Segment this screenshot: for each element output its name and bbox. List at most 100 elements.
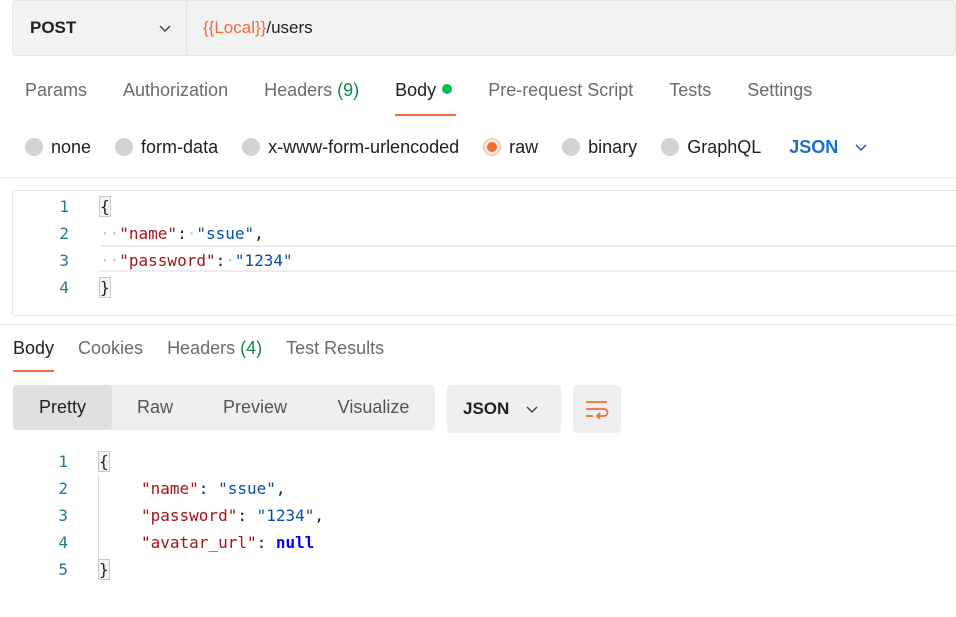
- tab-authorization[interactable]: Authorization: [123, 80, 228, 116]
- view-mode-toggle: Pretty Raw Preview Visualize: [13, 385, 435, 430]
- whitespace-marker: ·: [225, 251, 235, 270]
- editor-line: 3 ··"password":·"1234": [13, 247, 956, 274]
- response-line: 4 "avatar_url": null: [0, 529, 956, 556]
- view-pretty-button[interactable]: Pretty: [13, 385, 112, 430]
- json-value: "1234": [234, 251, 293, 270]
- line-number: 1: [59, 197, 69, 216]
- view-raw-button[interactable]: Raw: [112, 385, 198, 430]
- tab-body[interactable]: Body: [395, 80, 457, 116]
- json-colon: :: [177, 224, 187, 243]
- line-number: 1: [58, 452, 68, 471]
- json-trail: ,: [275, 479, 286, 498]
- json-key: "name": [141, 479, 199, 498]
- divider: [0, 324, 956, 325]
- code-text: ··"name":·"ssue",: [100, 224, 264, 243]
- wrap-lines-button[interactable]: [573, 385, 621, 433]
- request-tabs: Params Authorization Headers (9) Body Pr…: [25, 80, 848, 116]
- tab-body-label: Body: [395, 80, 437, 100]
- whitespace-marker: ·: [186, 224, 197, 243]
- json-trail: ,: [254, 224, 264, 243]
- radio-none[interactable]: none: [25, 137, 91, 158]
- radio-label: binary: [588, 136, 638, 157]
- radio-graphql[interactable]: GraphQL: [661, 137, 761, 158]
- json-value: "1234": [256, 506, 315, 525]
- close-brace: }: [98, 559, 110, 580]
- url-path: /users: [266, 18, 313, 37]
- response-tab-test-results[interactable]: Test Results: [286, 338, 384, 372]
- close-brace: }: [99, 277, 111, 298]
- json-key: "password": [141, 506, 238, 525]
- tab-headers[interactable]: Headers (9): [264, 80, 359, 116]
- response-format-label: JSON: [463, 399, 510, 418]
- response-tab-cookies[interactable]: Cookies: [78, 338, 143, 372]
- response-line: 1 {: [0, 448, 956, 475]
- json-value: "ssue": [196, 224, 255, 243]
- radio-label: form-data: [141, 136, 219, 157]
- editor-line: 2 ··"name":·"ssue",: [13, 220, 956, 247]
- tab-tests[interactable]: Tests: [669, 80, 711, 116]
- method-select[interactable]: POST: [13, 1, 187, 55]
- radio-circle: [25, 138, 43, 156]
- radio-x-www-form-urlencoded[interactable]: x-www-form-urlencoded: [242, 137, 459, 158]
- response-tab-headers[interactable]: Headers (4): [167, 338, 262, 372]
- radio-circle: [242, 138, 261, 156]
- response-format-select[interactable]: JSON: [447, 385, 561, 433]
- radio-label: GraphQL: [687, 136, 762, 157]
- url-variable: {{Local}}: [203, 18, 267, 37]
- request-body-editor[interactable]: 1 { 2 ··"name":·"ssue", 3 ··"password":·…: [12, 190, 956, 316]
- radio-raw[interactable]: raw: [483, 137, 538, 158]
- body-type-radios: none form-data x-www-form-urlencoded raw…: [25, 134, 868, 160]
- json-null-value: null: [275, 533, 315, 552]
- tab-params[interactable]: Params: [25, 80, 87, 116]
- radio-circle-selected: [483, 138, 502, 156]
- chevron-down-icon: [526, 406, 538, 414]
- json-key: "avatar_url": [141, 533, 257, 552]
- tab-settings[interactable]: Settings: [747, 80, 812, 116]
- chevron-down-icon: [159, 25, 171, 33]
- whitespace-marker: ··: [100, 251, 120, 270]
- chevron-down-icon: [855, 144, 867, 152]
- line-number: 4: [58, 533, 68, 552]
- json-trail: ,: [314, 506, 325, 525]
- code-text: "avatar_url": null: [141, 533, 315, 552]
- editor-line: 4 }: [13, 274, 956, 301]
- response-line: 2 "name": "ssue",: [0, 475, 956, 502]
- radio-binary[interactable]: binary: [562, 137, 637, 158]
- response-line: 3 "password": "1234",: [0, 502, 956, 529]
- divider: [0, 177, 956, 178]
- tab-pre-request-script[interactable]: Pre-request Script: [488, 80, 633, 116]
- tab-headers-label: Headers: [264, 80, 333, 100]
- editor-line: 1 {: [13, 193, 956, 220]
- radio-form-data[interactable]: form-data: [115, 137, 218, 158]
- view-visualize-button[interactable]: Visualize: [312, 385, 435, 430]
- response-headers-count: (4): [240, 338, 263, 358]
- response-tab-headers-label: Headers: [167, 338, 236, 358]
- radio-circle: [661, 138, 680, 156]
- line-number: 2: [58, 479, 68, 498]
- response-tab-body[interactable]: Body: [13, 338, 55, 372]
- json-colon: :: [215, 251, 226, 270]
- json-key: "name": [119, 224, 178, 243]
- response-tabs: Body Cookies Headers (4) Test Results: [13, 338, 408, 372]
- line-number: 2: [59, 224, 69, 243]
- line-number: 3: [58, 506, 68, 525]
- code-text: "name": "ssue",: [141, 479, 286, 498]
- url-input[interactable]: {{Local}}/users: [187, 18, 313, 38]
- code-text: "password": "1234",: [141, 506, 325, 525]
- raw-format-label: JSON: [789, 136, 839, 157]
- url-bar: POST {{Local}}/users: [12, 0, 956, 56]
- whitespace-marker: ··: [100, 224, 120, 243]
- json-key: "password": [119, 251, 216, 270]
- code-text: ··"password":·"1234": [100, 251, 293, 270]
- open-brace: {: [99, 196, 111, 217]
- raw-format-select[interactable]: JSON: [789, 137, 868, 158]
- headers-count: (9): [337, 80, 360, 100]
- radio-label: x-www-form-urlencoded: [268, 136, 460, 157]
- radio-circle: [115, 138, 134, 156]
- radio-label: none: [51, 136, 92, 157]
- view-preview-button[interactable]: Preview: [198, 385, 312, 430]
- method-label: POST: [30, 18, 77, 37]
- response-line: 5 }: [0, 556, 956, 583]
- line-number: 5: [58, 560, 68, 579]
- radio-circle: [562, 138, 581, 156]
